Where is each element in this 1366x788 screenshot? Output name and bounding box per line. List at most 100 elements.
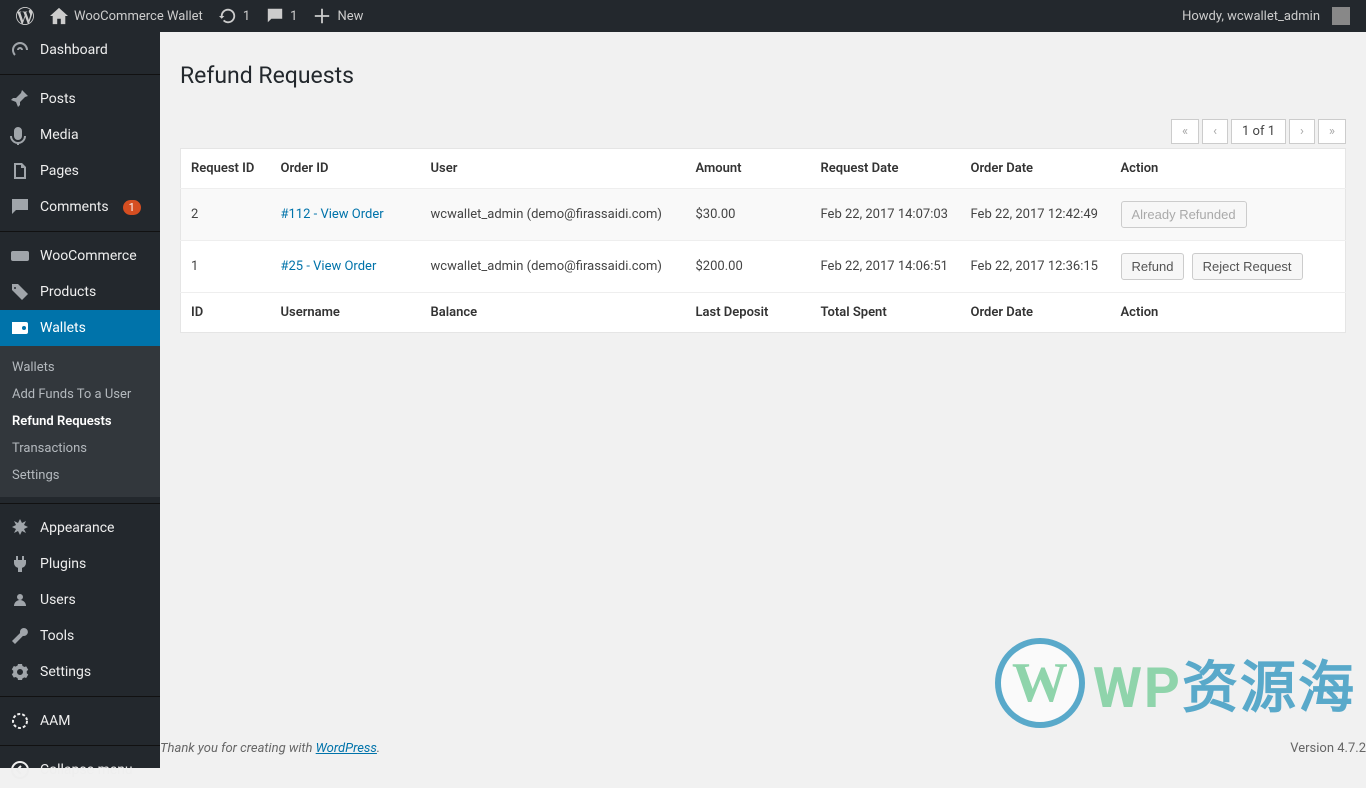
separator <box>0 745 160 746</box>
submenu-settings[interactable]: Settings <box>0 462 160 489</box>
products-icon <box>10 282 30 302</box>
cell-amount: $30.00 <box>686 189 811 241</box>
watermark-cn: 资源海 <box>1182 655 1356 721</box>
table-header-row: Request ID Order ID User Amount Request … <box>181 149 1346 189</box>
watermark-text: WP资源海 <box>1093 643 1356 724</box>
submenu-wallets[interactable]: Wallets <box>0 354 160 381</box>
menu-aam[interactable]: AAM <box>0 703 160 739</box>
howdy-text: Howdy, wcwallet_admin <box>1182 9 1320 24</box>
already-refunded-button: Already Refunded <box>1121 201 1247 228</box>
table-row: 2 #112 - View Order wcwallet_admin (demo… <box>181 189 1346 241</box>
col-order-id: Order ID <box>271 149 421 189</box>
menu-plugins[interactable]: Plugins <box>0 546 160 582</box>
separator <box>0 74 160 75</box>
pagination: « ‹ 1 of 1 › » <box>180 119 1346 144</box>
submenu-transactions[interactable]: Transactions <box>0 435 160 462</box>
comments-count: 1 <box>290 9 297 24</box>
wallet-icon <box>10 318 30 338</box>
cell-request-date: Feb 22, 2017 14:07:03 <box>811 189 961 241</box>
fcol-action: Action <box>1111 293 1346 333</box>
fcol-balance: Balance <box>421 293 686 333</box>
cell-action: Refund Reject Request <box>1111 241 1346 293</box>
col-amount: Amount <box>686 149 811 189</box>
submenu-refund-requests[interactable]: Refund Requests <box>0 408 160 435</box>
menu-label: AAM <box>40 713 71 729</box>
new-content[interactable]: New <box>305 0 371 32</box>
cell-action: Already Refunded <box>1111 189 1346 241</box>
cell-user: wcwallet_admin (demo@firassaidi.com) <box>421 241 686 293</box>
cell-amount: $200.00 <box>686 241 811 293</box>
menu-products[interactable]: Products <box>0 274 160 310</box>
menu-label: Dashboard <box>40 42 108 58</box>
pager-prev[interactable]: ‹ <box>1202 119 1228 144</box>
plugin-icon <box>10 554 30 574</box>
comments-badge: 1 <box>123 200 141 215</box>
menu-wallets[interactable]: Wallets <box>0 310 160 346</box>
submenu-add-funds[interactable]: Add Funds To a User <box>0 381 160 408</box>
collapse-menu[interactable]: Collapse menu <box>0 752 160 788</box>
main-content: Refund Requests « ‹ 1 of 1 › » Request I… <box>160 32 1366 768</box>
menu-dashboard[interactable]: Dashboard <box>0 32 160 68</box>
admin-bar-left: WooCommerce Wallet 1 1 New <box>8 0 371 32</box>
menu-label: Tools <box>40 628 74 644</box>
woocommerce-icon <box>10 246 30 266</box>
account-menu[interactable]: Howdy, wcwallet_admin <box>1174 0 1358 32</box>
menu-label: Users <box>40 592 76 608</box>
menu-users[interactable]: Users <box>0 582 160 618</box>
col-request-date: Request Date <box>811 149 961 189</box>
menu-label: Products <box>40 284 96 300</box>
menu-label: Settings <box>40 664 91 680</box>
fcol-total-spent: Total Spent <box>811 293 961 333</box>
menu-appearance[interactable]: Appearance <box>0 510 160 546</box>
menu-settings[interactable]: Settings <box>0 654 160 690</box>
watermark-wp: WP <box>1093 655 1182 721</box>
menu-posts[interactable]: Posts <box>0 81 160 117</box>
menu-media[interactable]: Media <box>0 117 160 153</box>
version-text: Version 4.7.2 <box>1290 741 1366 756</box>
pages-icon <box>10 161 30 181</box>
wallets-submenu: Wallets Add Funds To a User Refund Reque… <box>0 346 160 497</box>
users-icon <box>10 590 30 610</box>
menu-woocommerce[interactable]: WooCommerce <box>0 238 160 274</box>
pager-next[interactable]: › <box>1289 119 1315 144</box>
comments-indicator[interactable]: 1 <box>258 0 305 32</box>
home-icon <box>50 7 68 25</box>
pager-last[interactable]: » <box>1318 119 1346 144</box>
avatar <box>1332 7 1350 25</box>
menu-label: Pages <box>40 163 79 179</box>
footer-thanks: Thank you for creating with WordPress. <box>160 741 380 756</box>
cell-order-id: #25 - View Order <box>271 241 421 293</box>
watermark-logo: W <box>995 638 1085 728</box>
menu-label: Plugins <box>40 556 86 572</box>
fcol-username: Username <box>271 293 421 333</box>
cell-order-date: Feb 22, 2017 12:36:15 <box>961 241 1111 293</box>
page-title: Refund Requests <box>180 62 1346 89</box>
refund-button[interactable]: Refund <box>1121 253 1185 280</box>
thanks-suffix: . <box>377 741 380 756</box>
pager-first[interactable]: « <box>1171 119 1199 144</box>
cell-request-id: 2 <box>181 189 271 241</box>
settings-icon <box>10 662 30 682</box>
wp-logo[interactable] <box>8 0 42 32</box>
menu-tools[interactable]: Tools <box>0 618 160 654</box>
separator <box>0 231 160 232</box>
pager-info: 1 of 1 <box>1231 119 1286 144</box>
separator <box>0 503 160 504</box>
reject-button[interactable]: Reject Request <box>1192 253 1303 280</box>
menu-label: Wallets <box>40 320 86 336</box>
table-row: 1 #25 - View Order wcwallet_admin (demo@… <box>181 241 1346 293</box>
menu-label: Collapse menu <box>40 762 133 778</box>
col-user: User <box>421 149 686 189</box>
cell-request-date: Feb 22, 2017 14:06:51 <box>811 241 961 293</box>
wordpress-link[interactable]: WordPress <box>316 741 377 756</box>
updates[interactable]: 1 <box>211 0 258 32</box>
col-request-id: Request ID <box>181 149 271 189</box>
admin-sidebar: Dashboard Posts Media Pages Comments 1 W… <box>0 32 160 768</box>
order-link[interactable]: #112 - View Order <box>281 207 384 222</box>
appearance-icon <box>10 518 30 538</box>
menu-pages[interactable]: Pages <box>0 153 160 189</box>
cell-order-id: #112 - View Order <box>271 189 421 241</box>
order-link[interactable]: #25 - View Order <box>281 259 377 274</box>
site-home[interactable]: WooCommerce Wallet <box>42 0 211 32</box>
menu-comments[interactable]: Comments 1 <box>0 189 160 225</box>
